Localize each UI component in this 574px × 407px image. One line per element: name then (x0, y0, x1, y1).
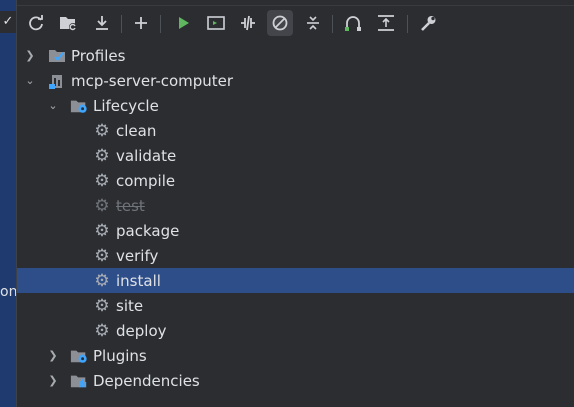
checkmark-icon[interactable]: ✓ (0, 11, 16, 33)
maven-toolbar (17, 8, 574, 40)
tree-item-label: Plugins (93, 346, 147, 365)
goal-label: package (116, 221, 180, 240)
diagram-icon[interactable] (340, 10, 366, 36)
goal-label: test (116, 196, 145, 215)
toolbar-separator (332, 15, 333, 33)
gear-icon: ⚙ (94, 245, 110, 266)
chevron-right-icon[interactable]: ❯ (46, 349, 60, 363)
gear-icon: ⚙ (94, 145, 110, 166)
goal-label: clean (116, 121, 157, 140)
gear-icon: ⚙ (94, 295, 110, 316)
lifecycle-goal-clean[interactable]: ⚙ clean (17, 118, 574, 143)
chevron-down-icon[interactable]: ⌄ (46, 99, 60, 113)
tree-item-lifecycle[interactable]: ⌄ Lifecycle (17, 93, 574, 118)
plugins-folder-icon (70, 347, 88, 365)
offline-icon[interactable] (235, 10, 261, 36)
download-icon[interactable] (89, 10, 115, 36)
tree-item-dependencies[interactable]: ❯ Dependencies (17, 368, 574, 393)
goal-label: deploy (116, 321, 167, 340)
maven-projects-tree: ❯ Profiles ⌄ mcp-server-computer ⌄ Lifec… (17, 43, 574, 407)
toolbar-separator (407, 15, 408, 33)
lifecycle-folder-icon (70, 97, 88, 115)
goal-label: verify (116, 246, 159, 265)
gear-icon: ⚙ (94, 120, 110, 141)
lifecycle-goal-test[interactable]: ⚙ test (17, 193, 574, 218)
goal-label: validate (116, 146, 177, 165)
tree-item-plugins[interactable]: ❯ Plugins (17, 343, 574, 368)
goal-label: install (116, 271, 161, 290)
gear-icon: ⚙ (94, 220, 110, 241)
lifecycle-goal-compile[interactable]: ⚙ compile (17, 168, 574, 193)
plus-icon[interactable] (128, 10, 154, 36)
lifecycle-goal-site[interactable]: ⚙ site (17, 293, 574, 318)
tree-item-label: mcp-server-computer (71, 71, 234, 90)
left-panel-text: on (0, 284, 16, 300)
left-panel-edge (0, 0, 17, 407)
tree-item-label: Dependencies (93, 371, 200, 390)
lifecycle-goal-package[interactable]: ⚙ package (17, 218, 574, 243)
tree-item-label: Lifecycle (93, 96, 159, 115)
lifecycle-goal-install[interactable]: ⚙ install (17, 268, 574, 293)
lifecycle-goal-deploy[interactable]: ⚙ deploy (17, 318, 574, 343)
lifecycle-goal-verify[interactable]: ⚙ verify (17, 243, 574, 268)
toolbar-separator (160, 15, 161, 33)
chevron-right-icon[interactable]: ❯ (23, 49, 37, 63)
refresh-icon[interactable] (23, 10, 49, 36)
skip-tests-icon[interactable] (267, 10, 293, 36)
chevron-right-icon[interactable]: ❯ (46, 374, 60, 388)
toolbar-separator (121, 15, 122, 33)
run-icon[interactable] (170, 10, 196, 36)
lifecycle-goal-validate[interactable]: ⚙ validate (17, 143, 574, 168)
tree-item-profiles[interactable]: ❯ Profiles (17, 43, 574, 68)
tree-item-project[interactable]: ⌄ mcp-server-computer (17, 68, 574, 93)
gear-icon: ⚙ (94, 170, 110, 191)
gear-icon: ⚙ (94, 270, 110, 291)
profiles-folder-icon (48, 47, 66, 65)
goal-label: compile (116, 171, 176, 190)
maven-project-icon (48, 72, 66, 90)
top-divider (17, 0, 574, 6)
chevron-down-icon[interactable]: ⌄ (23, 74, 37, 88)
folder-refresh-icon[interactable] (55, 10, 81, 36)
tree-item-label: Profiles (71, 46, 126, 65)
terminal-icon[interactable] (203, 10, 229, 36)
gear-icon: ⚙ (94, 320, 110, 341)
expand-icon[interactable] (373, 10, 399, 36)
wrench-icon[interactable] (416, 10, 442, 36)
gear-icon: ⚙ (94, 195, 110, 216)
goal-label: site (116, 296, 144, 315)
dependencies-folder-icon (70, 372, 88, 390)
collapse-icon[interactable] (300, 10, 326, 36)
